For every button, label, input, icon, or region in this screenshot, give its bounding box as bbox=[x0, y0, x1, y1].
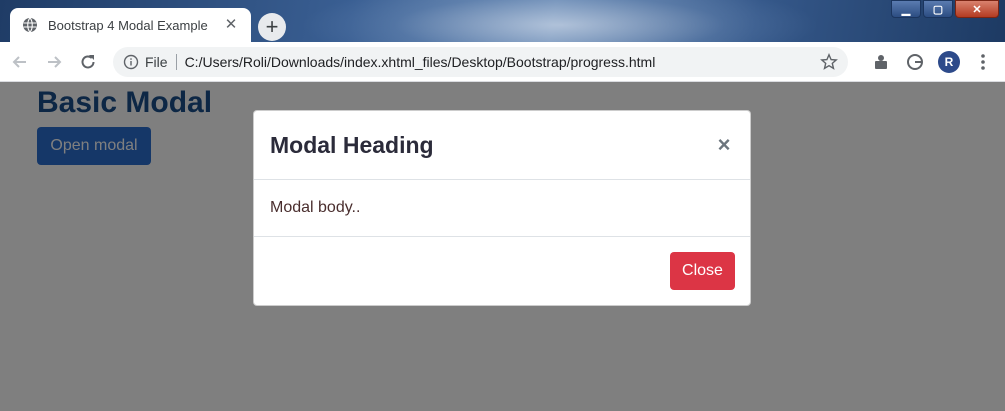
extension-button[interactable] bbox=[867, 48, 895, 76]
browser-toolbar: File C:/Users/Roli/Downloads/index.xhtml… bbox=[0, 42, 1005, 82]
address-separator bbox=[175, 54, 177, 70]
forward-button[interactable] bbox=[40, 48, 68, 76]
maximize-icon: ▢ bbox=[932, 3, 944, 16]
globe-icon bbox=[23, 17, 37, 33]
back-button[interactable] bbox=[6, 48, 34, 76]
browser-tab[interactable]: Bootstrap 4 Modal Example ✕ bbox=[10, 8, 251, 42]
modal-footer: Close bbox=[254, 237, 750, 305]
address-bar[interactable]: File C:/Users/Roli/Downloads/index.xhtml… bbox=[113, 47, 848, 77]
reload-icon bbox=[81, 54, 95, 68]
forward-arrow-icon bbox=[48, 55, 62, 68]
bookmark-star-icon[interactable] bbox=[820, 53, 838, 71]
modal-body: Modal body.. bbox=[254, 180, 750, 237]
tab-close-icon[interactable]: ✕ bbox=[223, 17, 239, 33]
toolbar-extensions: R bbox=[861, 47, 997, 77]
browser-titlebar: Bootstrap 4 Modal Example ✕ + ▁ ▢ ✕ bbox=[0, 0, 1005, 42]
close-button[interactable]: Close bbox=[670, 252, 735, 290]
profile-button[interactable]: R bbox=[935, 48, 963, 76]
minimize-icon: ▁ bbox=[901, 3, 911, 16]
google-extension-button[interactable] bbox=[901, 48, 929, 76]
menu-button[interactable] bbox=[969, 48, 997, 76]
modal-dialog: Modal Heading × Modal body.. Close bbox=[253, 110, 751, 306]
modal-close-icon[interactable]: × bbox=[714, 132, 734, 158]
info-icon[interactable] bbox=[123, 54, 139, 70]
extension-icon bbox=[875, 55, 887, 69]
back-arrow-icon bbox=[12, 55, 26, 68]
address-scheme: File bbox=[145, 54, 168, 70]
modal-title: Modal Heading bbox=[270, 131, 434, 158]
page-viewport: Basic Modal Open modal Modal Heading × M… bbox=[0, 82, 1005, 411]
window-controls: ▁ ▢ ✕ bbox=[889, 0, 999, 20]
avatar: R bbox=[938, 51, 960, 73]
google-icon bbox=[907, 54, 923, 70]
new-tab-button[interactable]: + bbox=[258, 13, 286, 41]
tab-title: Bootstrap 4 Modal Example bbox=[48, 17, 208, 33]
maximize-button[interactable]: ▢ bbox=[923, 0, 953, 18]
plus-icon: + bbox=[265, 14, 279, 39]
modal-header: Modal Heading × bbox=[254, 111, 750, 180]
modal-body-text: Modal body.. bbox=[270, 199, 361, 216]
minimize-button[interactable]: ▁ bbox=[891, 0, 921, 18]
window-close-button[interactable]: ✕ bbox=[955, 0, 999, 18]
more-vertical-icon bbox=[981, 54, 985, 70]
window-close-icon: ✕ bbox=[972, 3, 982, 16]
reload-button[interactable] bbox=[74, 48, 102, 76]
address-url[interactable]: C:/Users/Roli/Downloads/index.xhtml_file… bbox=[185, 54, 820, 70]
